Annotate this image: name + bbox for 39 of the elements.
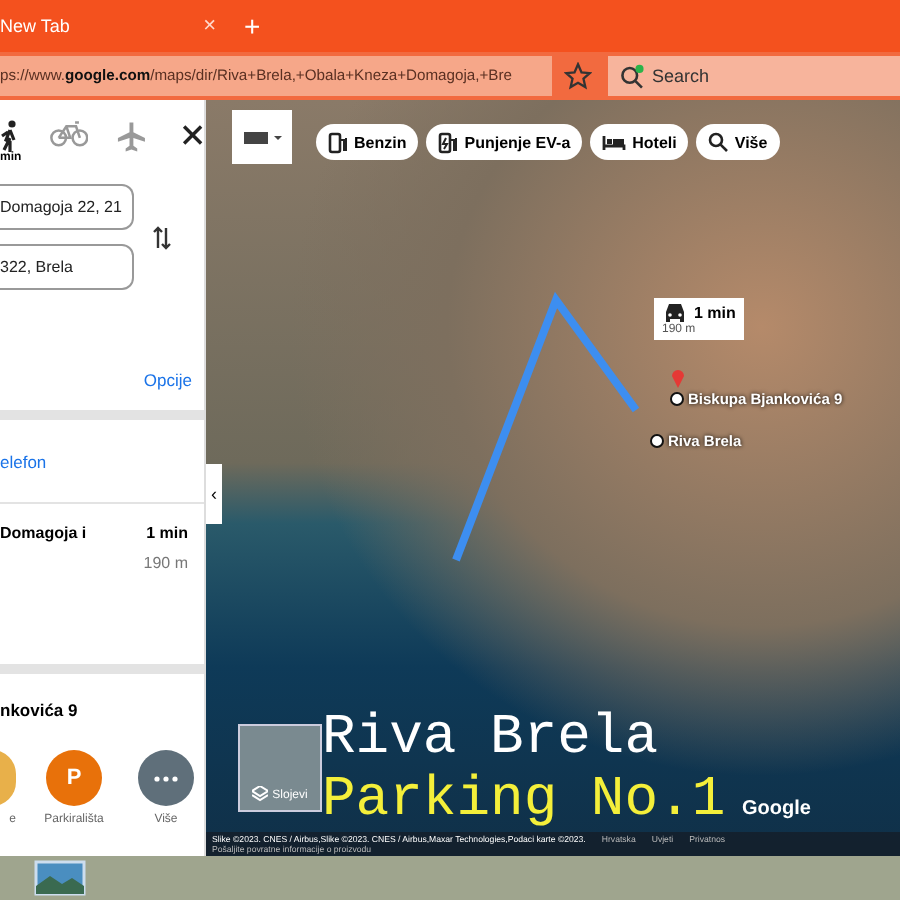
search-field[interactable]: Search: [608, 56, 900, 96]
photo-app-icon[interactable]: [34, 858, 86, 898]
place-marker-icon: [650, 434, 664, 448]
satellite-map[interactable]: [206, 100, 900, 856]
place-marker-icon: [670, 392, 684, 406]
more-button[interactable]: [138, 750, 194, 806]
destination-field[interactable]: 322, Brela: [0, 244, 134, 290]
origin-field[interactable]: Domagoja 22, 21: [0, 184, 134, 230]
star-icon[interactable]: [564, 62, 592, 90]
bed-icon: [602, 133, 627, 151]
category-chip[interactable]: Benzin: [316, 124, 419, 160]
airplane-icon[interactable]: [115, 120, 147, 152]
category-chip[interactable]: Hoteli: [590, 124, 689, 160]
place-title: nkovića 9: [0, 698, 80, 720]
category-chip[interactable]: Više: [696, 124, 780, 160]
options-link[interactable]: Opcije: [143, 370, 192, 390]
fuel-icon: [328, 131, 348, 153]
layers-icon: [252, 786, 269, 802]
car-icon: [662, 302, 688, 324]
close-icon[interactable]: [182, 124, 204, 146]
bicycle-icon[interactable]: [49, 120, 88, 148]
category-chip[interactable]: Punjenje EV-a: [426, 124, 583, 160]
phone-link[interactable]: elefon: [0, 452, 47, 472]
route-option[interactable]: Domagoja i 1 min 190 m: [0, 504, 204, 664]
search-icon: [708, 132, 729, 152]
collapse-panel-button[interactable]: ‹: [206, 464, 222, 524]
video-caption: Riva Brela: [322, 712, 659, 766]
google-logo: Google: [742, 798, 811, 820]
route-time: 1 min: [694, 304, 736, 322]
swap-icon[interactable]: [152, 223, 172, 251]
more-icon: [154, 775, 178, 781]
charging-icon: [438, 131, 459, 153]
search-icon: [620, 64, 646, 90]
walking-icon[interactable]: [0, 120, 20, 152]
transit-mode-icon: [243, 131, 281, 143]
transit-button[interactable]: [232, 110, 292, 164]
tab-title: New Tab: [0, 16, 70, 36]
video-caption: Parking No.1: [322, 774, 726, 828]
destination-pin-icon: [670, 366, 686, 388]
